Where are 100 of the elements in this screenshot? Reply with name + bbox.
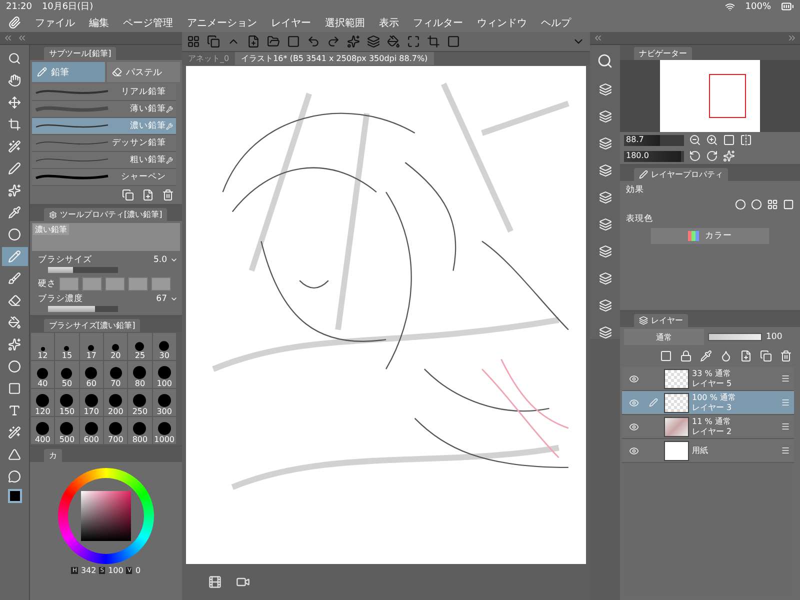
menu-icon[interactable] — [781, 422, 790, 431]
color-square[interactable] — [81, 491, 131, 541]
brush-size-item[interactable]: 200 — [104, 389, 128, 416]
new-file-icon[interactable] — [247, 35, 260, 48]
trash-icon[interactable] — [162, 189, 174, 201]
brush-size-item[interactable]: 20 — [104, 333, 128, 360]
layers-icon[interactable] — [598, 83, 612, 96]
subtool-group-tab[interactable]: 鉛筆 — [32, 62, 105, 82]
layers-icon[interactable] — [598, 326, 612, 339]
stepper-icon[interactable] — [170, 295, 178, 303]
brush-size-item[interactable]: 60 — [80, 361, 103, 388]
collapse-icon[interactable] — [17, 33, 27, 43]
layers-icon[interactable] — [598, 137, 612, 150]
brush-size-item[interactable]: 12 — [31, 333, 54, 360]
pipette-icon[interactable] — [700, 350, 712, 362]
crop-icon[interactable] — [427, 35, 440, 48]
menu-item[interactable]: 編集 — [89, 16, 109, 30]
brush-item[interactable]: 濃い鉛筆 — [32, 118, 176, 135]
layer-row[interactable]: 100 % 通常 レイヤー 3 — [622, 391, 794, 415]
hardness-swatch[interactable] — [105, 277, 125, 291]
brush-size-item[interactable]: 800 — [128, 417, 152, 444]
grid-icon[interactable] — [187, 35, 200, 48]
brush-size-item[interactable]: 400 — [31, 417, 54, 444]
layers-icon[interactable] — [598, 272, 612, 285]
layers-icon[interactable] — [598, 245, 612, 258]
eye-icon[interactable] — [629, 374, 639, 384]
collapse-icon[interactable] — [787, 33, 797, 43]
copy-icon[interactable] — [207, 35, 220, 48]
panel-tab[interactable]: サブツール[鉛筆] — [44, 47, 116, 60]
panel-tab[interactable]: レイヤープロパティ — [634, 168, 728, 181]
new-layer-icon[interactable] — [740, 350, 752, 362]
square-icon[interactable] — [447, 35, 460, 48]
trash-icon[interactable] — [780, 350, 792, 362]
slider-track[interactable] — [48, 306, 118, 312]
brush-item[interactable]: デッサン鉛筆 — [32, 135, 176, 152]
brush-size-item[interactable]: 15 — [55, 333, 79, 360]
flip-icon[interactable] — [740, 134, 752, 146]
layers-icon[interactable] — [598, 299, 612, 312]
brush-size-item[interactable]: 70 — [104, 361, 128, 388]
circle-icon[interactable] — [751, 199, 762, 210]
redo-icon[interactable] — [327, 35, 340, 48]
eye-icon[interactable] — [629, 422, 639, 432]
layers-icon[interactable] — [598, 164, 612, 177]
view-frame[interactable] — [709, 74, 746, 118]
menu-item[interactable]: ヘルプ — [541, 16, 571, 30]
frame-icon[interactable] — [407, 35, 420, 48]
blend-mode-select[interactable]: 通常 — [624, 329, 704, 345]
menu-item[interactable]: レイヤー — [271, 16, 311, 30]
tool-button[interactable] — [2, 247, 28, 266]
subtool-group-tab[interactable]: パステル — [107, 62, 180, 82]
brush-size-item[interactable]: 17 — [80, 333, 103, 360]
droplet-icon[interactable] — [720, 350, 732, 362]
menu-icon[interactable] — [781, 374, 790, 383]
film-icon[interactable] — [208, 575, 222, 589]
color-mode-select[interactable]: カラー — [651, 228, 769, 244]
zoom-out-icon[interactable] — [689, 134, 701, 146]
rotate-left-icon[interactable] — [689, 150, 701, 162]
square-icon[interactable] — [287, 35, 300, 48]
brush-size-item[interactable]: 250 — [128, 389, 152, 416]
hardness-swatch[interactable] — [82, 277, 102, 291]
layer-row[interactable]: 11 % 通常 レイヤー 2 — [622, 415, 794, 439]
rotation-slider[interactable]: 180.0 — [624, 150, 684, 162]
menu-item[interactable]: ページ管理 — [123, 16, 173, 30]
brush-size-item[interactable]: 40 — [31, 361, 54, 388]
brush-size-item[interactable]: 80 — [128, 361, 152, 388]
brush-item[interactable]: リアル鉛筆 — [32, 84, 176, 101]
reset-icon[interactable] — [723, 150, 735, 162]
document-tab[interactable]: イラスト16* (B5 3541 x 2508px 350dpi 88.7%) — [235, 52, 434, 65]
collapse-icon[interactable] — [3, 33, 13, 43]
brush-item[interactable]: 粗い鉛筆 — [32, 152, 176, 169]
slider-track[interactable] — [48, 267, 118, 273]
brush-size-item[interactable]: 300 — [152, 389, 176, 416]
undo-icon[interactable] — [307, 35, 320, 48]
bucket-icon[interactable] — [387, 35, 400, 48]
menu-item[interactable]: ウィンドウ — [477, 16, 527, 30]
fit-icon[interactable] — [723, 134, 735, 146]
search-icon[interactable] — [597, 53, 613, 69]
brush-size-item[interactable]: 100 — [152, 361, 176, 388]
navigator-preview[interactable] — [660, 60, 760, 132]
copy-icon[interactable] — [122, 189, 134, 201]
grid-icon[interactable] — [767, 199, 778, 210]
brush-size-item[interactable]: 150 — [55, 389, 79, 416]
folder-icon[interactable] — [267, 35, 280, 48]
hardness-swatch[interactable] — [128, 277, 148, 291]
main-color-swatch[interactable] — [8, 489, 22, 503]
collapse-icon[interactable] — [593, 33, 603, 43]
zoom-slider[interactable]: 88.7 — [624, 134, 684, 146]
brush-size-item[interactable]: 120 — [31, 389, 54, 416]
eye-icon[interactable] — [629, 446, 639, 456]
layers-icon[interactable] — [598, 218, 612, 231]
panel-tab[interactable]: カ — [44, 449, 62, 462]
menu-item[interactable]: 表示 — [379, 16, 399, 30]
lock-icon[interactable] — [680, 350, 692, 362]
circle-icon[interactable] — [735, 199, 746, 210]
menu-item[interactable]: アニメーション — [187, 16, 257, 30]
layer-row[interactable]: 用紙 — [622, 439, 794, 463]
panel-tab[interactable]: レイヤー — [634, 314, 688, 327]
brush-size-item[interactable]: 600 — [80, 417, 103, 444]
brush-size-item[interactable]: 30 — [152, 333, 176, 360]
menu-icon[interactable] — [781, 446, 790, 455]
